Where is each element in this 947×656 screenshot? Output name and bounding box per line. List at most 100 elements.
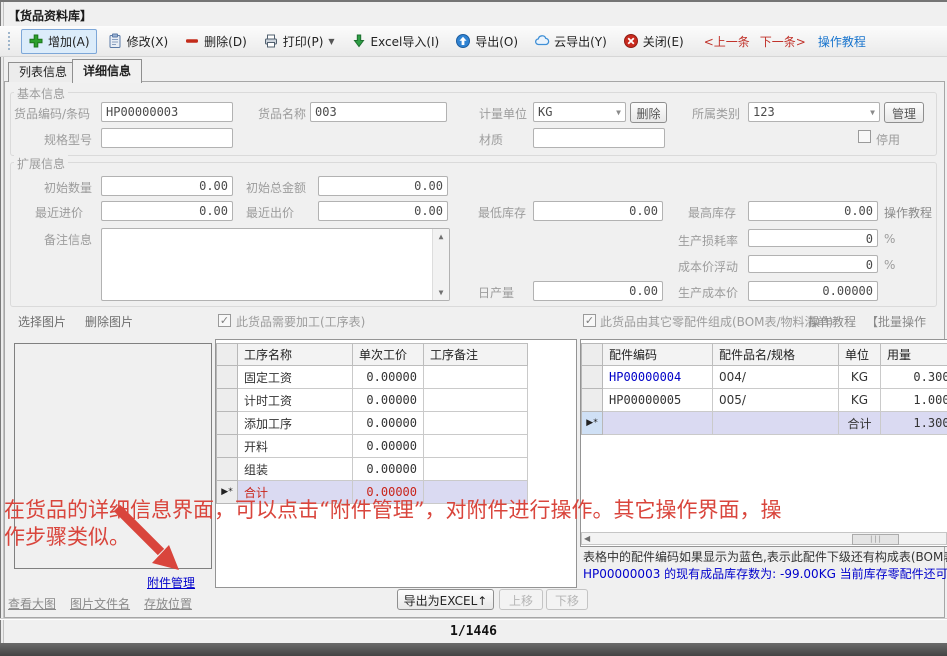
min-stock-field[interactable]: 0.00	[533, 201, 663, 221]
spec-label: 规格型号	[44, 131, 92, 148]
add-button[interactable]: 增加(A)	[21, 29, 97, 54]
select-image-link[interactable]: 选择图片	[18, 313, 66, 330]
table-row[interactable]: HP00000004 004/ KG 0.30000	[582, 366, 947, 389]
toolbar-grip[interactable]	[8, 32, 13, 50]
annotation-arrow	[103, 496, 193, 581]
batch-operation-link[interactable]: 【批量操作	[866, 313, 926, 330]
prod-cost-field[interactable]: 0.00000	[748, 281, 878, 301]
bom-checkbox[interactable]: ✓	[583, 314, 596, 327]
col-part-spec[interactable]: 配件品名/规格	[713, 344, 839, 366]
move-up-button[interactable]: 上移	[499, 589, 543, 610]
close-button[interactable]: 关闭(E)	[617, 30, 690, 53]
table-row[interactable]: 开料 0.00000	[217, 435, 528, 458]
check-icon: ✓	[220, 314, 229, 327]
disabled-checkbox[interactable]	[858, 130, 871, 143]
code-field[interactable]: HP00000003	[101, 102, 233, 122]
chevron-down-icon[interactable]: ▼	[870, 108, 875, 117]
cost-float-label: 成本价浮动	[678, 258, 738, 275]
hscroll-thumb[interactable]: |||	[852, 534, 899, 545]
cloud-export-button[interactable]: 云导出(Y)	[528, 30, 613, 53]
view-large-image-link[interactable]: 查看大图	[8, 595, 56, 612]
process-table: 工序名称 单次工价 工序备注 固定工资 0.00000 计时工资 0.00000…	[216, 343, 528, 504]
col-part-code[interactable]: 配件编码	[603, 344, 713, 366]
col-part-qty[interactable]: 用量	[881, 344, 947, 366]
loss-rate-field[interactable]: 0	[748, 229, 878, 247]
col-process-remark[interactable]: 工序备注	[424, 344, 528, 366]
delete-image-link[interactable]: 删除图片	[85, 313, 133, 330]
export-button[interactable]: 导出(O)	[449, 30, 524, 53]
code-label: 货品编码/条码	[14, 105, 90, 122]
scroll-up-icon[interactable]: ▲	[433, 232, 449, 241]
toolbar-tutorial-link[interactable]: 操作教程	[818, 33, 866, 50]
stock-note-text: HP00000003 的现有成品库存数为: -99.00KG 当前库存零配件还可…	[583, 565, 947, 582]
print-button[interactable]: 打印(P) ▼	[257, 30, 341, 53]
image-filename-link[interactable]: 图片文件名	[70, 595, 130, 612]
table-row[interactable]: 计时工资 0.00000	[217, 389, 528, 412]
loss-rate-unit: %	[884, 232, 895, 246]
remark-label: 备注信息	[44, 231, 92, 248]
next-record-button[interactable]: 下一条>	[760, 33, 806, 50]
table-row-total[interactable]: ▶* 合计 1.30000	[582, 412, 947, 435]
category-select[interactable]: 123 ▼	[748, 102, 880, 122]
init-amount-field[interactable]: 0.00	[318, 176, 448, 196]
unit-delete-button[interactable]: 删除	[630, 102, 667, 123]
material-label: 材质	[479, 131, 503, 148]
category-manage-button[interactable]: 管理	[884, 102, 924, 123]
remark-textarea[interactable]: ▲ ▼	[101, 228, 450, 301]
excel-import-button[interactable]: Excel导入(I)	[345, 30, 446, 53]
window-bottom-edge	[0, 643, 947, 656]
parts-table: 配件编码 配件品名/规格 单位 用量 HP00000004 004/ KG 0.…	[581, 343, 947, 435]
init-qty-field[interactable]: 0.00	[101, 176, 233, 196]
name-field[interactable]: 003	[310, 102, 447, 122]
print-label: 打印(P)	[283, 33, 324, 50]
parts-table-header-row: 配件编码 配件品名/规格 单位 用量	[582, 344, 947, 366]
cloud-export-label: 云导出(Y)	[554, 33, 607, 50]
goods-database-window: 【货品资料库】 增加(A) 修改(X) 删除(D) 打印(P) ▼ Excel导…	[0, 0, 947, 656]
tab-detail-info[interactable]: 详细信息	[72, 59, 142, 83]
material-field[interactable]	[533, 128, 665, 148]
table-row[interactable]: 固定工资 0.00000	[217, 366, 528, 389]
bom-checkbox-label: 此货品由其它零配件组成(BOM表/物料清单)	[600, 313, 833, 330]
max-stock-field[interactable]: 0.00	[748, 201, 878, 221]
add-icon	[28, 33, 44, 49]
bom-tutorial-link[interactable]: 操作教程	[808, 313, 856, 330]
recent-buy-field[interactable]: 0.00	[101, 201, 233, 221]
scroll-left-icon[interactable]: ◀	[584, 534, 590, 543]
check-icon: ✓	[585, 314, 594, 327]
marker-column-header	[582, 344, 603, 366]
process-checkbox[interactable]: ✓	[218, 314, 231, 327]
edit-icon	[107, 33, 123, 49]
col-part-unit[interactable]: 单位	[839, 344, 881, 366]
cost-float-field[interactable]: 0	[748, 255, 878, 273]
col-unit-price[interactable]: 单次工价	[353, 344, 424, 366]
table-row[interactable]: HP00000005 005/ KG 1.00000	[582, 389, 947, 412]
remark-scrollbar[interactable]: ▲ ▼	[432, 229, 449, 300]
add-label: 增加(A)	[48, 33, 90, 50]
unit-select[interactable]: KG ▼	[533, 102, 626, 122]
recent-sell-field[interactable]: 0.00	[318, 201, 448, 221]
chevron-down-icon[interactable]: ▼	[616, 108, 621, 117]
storage-location-link[interactable]: 存放位置	[144, 595, 192, 612]
parts-table-hscrollbar[interactable]: ◀ |||	[581, 532, 947, 545]
col-process-name[interactable]: 工序名称	[238, 344, 353, 366]
scroll-down-icon[interactable]: ▼	[433, 288, 449, 297]
extended-info-legend: 扩展信息	[14, 155, 68, 172]
init-qty-label: 初始数量	[44, 179, 92, 196]
chevron-down-icon[interactable]: ▼	[328, 37, 334, 46]
edit-button[interactable]: 修改(X)	[101, 30, 175, 53]
table-row[interactable]: 添加工序 0.00000	[217, 412, 528, 435]
tab-list-info[interactable]: 列表信息	[8, 62, 78, 82]
spec-field[interactable]	[101, 128, 233, 148]
move-down-button[interactable]: 下移	[546, 589, 588, 610]
extended-tutorial-link[interactable]: 操作教程	[884, 204, 932, 221]
window-title: 【货品资料库】	[8, 7, 92, 24]
prev-record-button[interactable]: <上一条	[704, 33, 750, 50]
unit-label: 计量单位	[479, 105, 527, 122]
delete-button[interactable]: 删除(D)	[178, 30, 253, 53]
table-row[interactable]: 组装 0.00000	[217, 458, 528, 481]
daily-output-field[interactable]: 0.00	[533, 281, 663, 301]
export-excel-button[interactable]: 导出为EXCEL↑	[397, 589, 494, 610]
excel-import-label: Excel导入(I)	[371, 33, 440, 50]
toolbar: 增加(A) 修改(X) 删除(D) 打印(P) ▼ Excel导入(I) 导出(…	[0, 26, 947, 57]
cost-float-unit: %	[884, 258, 895, 272]
